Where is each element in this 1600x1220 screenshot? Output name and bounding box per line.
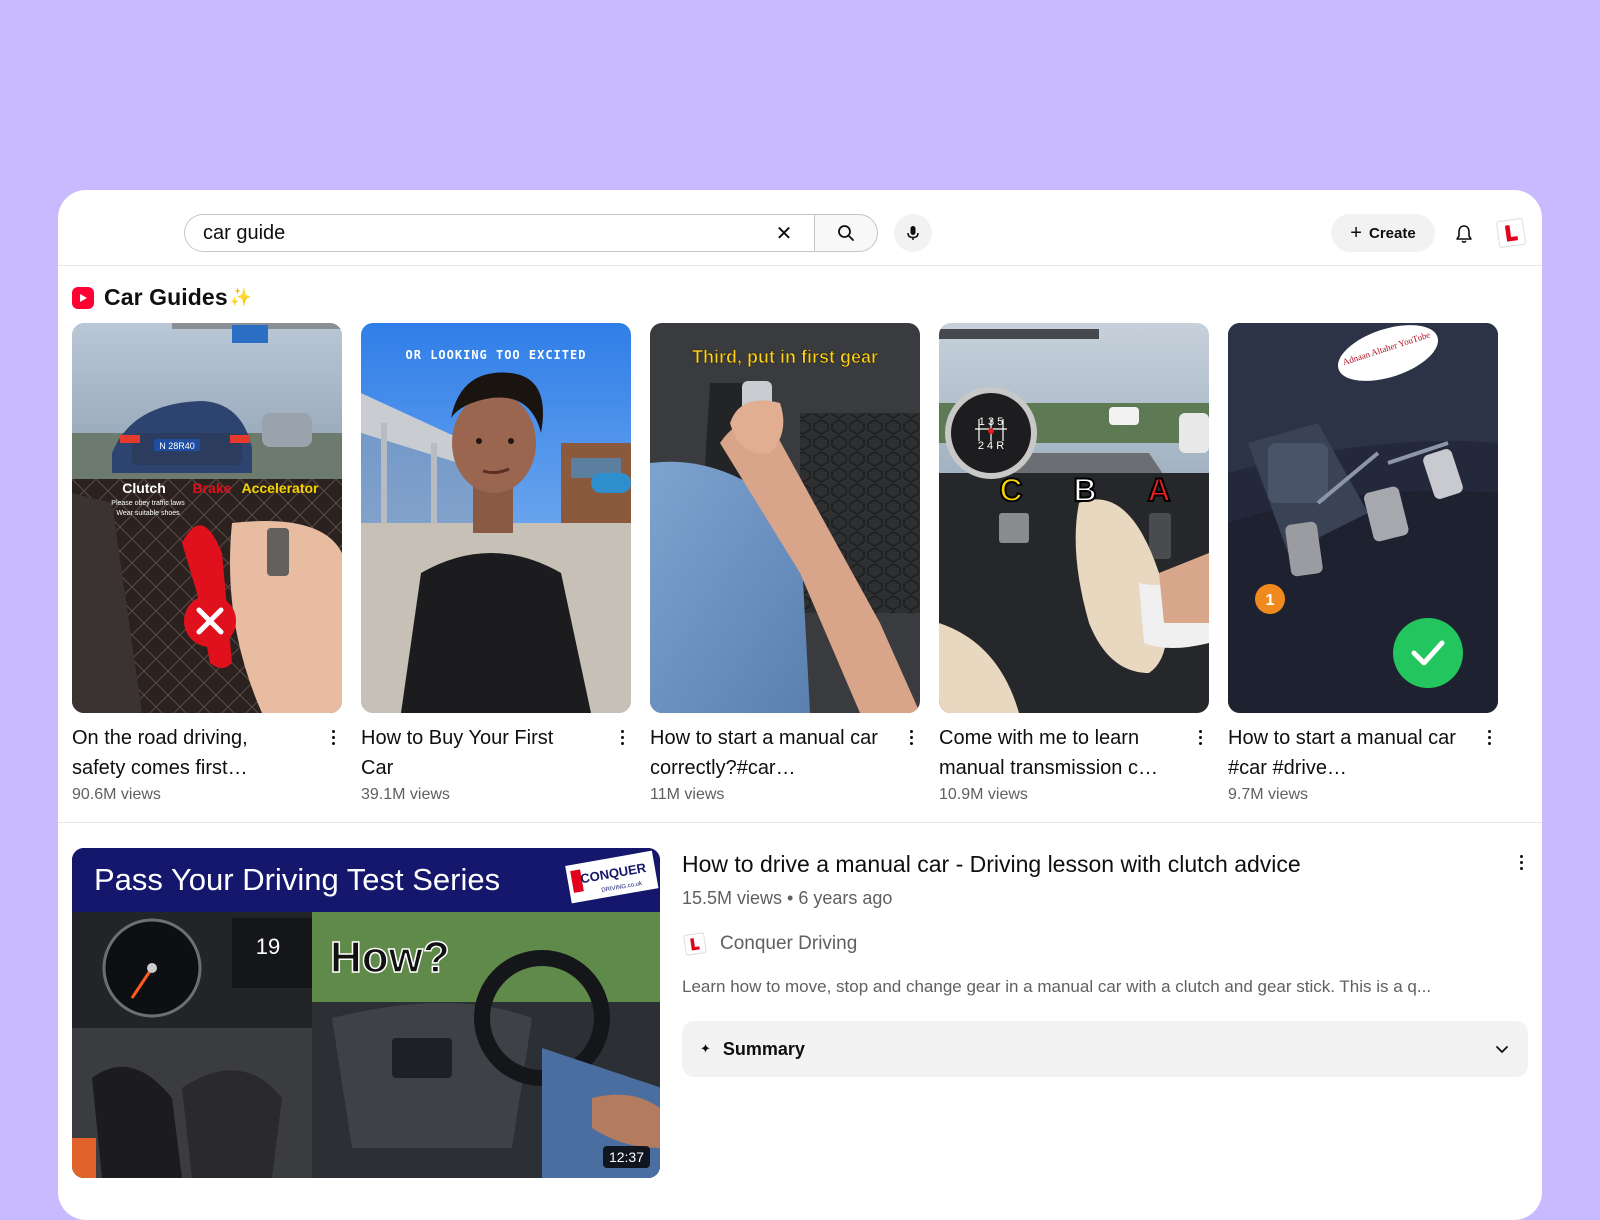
search-box[interactable]: ✕ (184, 214, 814, 252)
short-title[interactable]: Come with me to learn manual transmissio… (939, 723, 1169, 783)
video-title[interactable]: How to drive a manual car - Driving less… (682, 848, 1528, 880)
short-thumbnail[interactable]: N 28R40 Clutch Brake Accelerator Please … (72, 323, 342, 713)
label-c: C (999, 472, 1022, 508)
short-card[interactable]: Third, put in first gear How to start a … (650, 323, 920, 804)
close-icon[interactable]: ✕ (772, 221, 796, 245)
more-options-icon[interactable] (615, 725, 629, 749)
voice-search-button[interactable] (894, 214, 932, 252)
short-title[interactable]: How to Buy Your First Car (361, 723, 591, 783)
video-meta: 15.5M views • 6 years ago (682, 888, 893, 908)
note-1: Please obey traffic laws (111, 500, 185, 507)
short-views: 39.1M views (361, 786, 450, 803)
microphone-icon (907, 226, 919, 240)
summary-toggle[interactable]: ✦ Summary (682, 1021, 1528, 1077)
short-title[interactable]: How to start a manual car correctly?#car… (650, 723, 880, 783)
shorts-shelf-header: Car Guides ✨ (72, 284, 252, 311)
label-b: B (1073, 472, 1096, 508)
short-views: 11M views (650, 786, 725, 803)
step-badge: 1 (1266, 592, 1275, 609)
channel-name[interactable]: Conquer Driving (720, 933, 857, 955)
speed-text: 19 (256, 934, 280, 959)
shelf-title: Car Guides (104, 284, 228, 310)
clutch-label: Clutch (122, 480, 166, 496)
notifications-button[interactable] (1446, 216, 1482, 252)
bell-icon (1456, 225, 1472, 244)
sparkle-icon: ✦ (700, 1041, 711, 1056)
search-button[interactable] (814, 214, 878, 252)
caption: Third, put in first gear (692, 347, 878, 367)
top-bar: ✕ + Create (58, 190, 1542, 266)
short-views: 90.6M views (72, 786, 161, 803)
short-views: 9.7M views (1228, 786, 1309, 803)
how-text: How? (330, 933, 450, 982)
short-views: 10.9M views (939, 786, 1028, 803)
plus-icon: + (1350, 222, 1362, 244)
caption: OR LOOKING TOO EXCITED (406, 348, 587, 362)
short-thumbnail[interactable]: OR LOOKING TOO EXCITED (361, 323, 631, 713)
short-card[interactable]: Adnaan Altaher YouTube 1 How to start a … (1228, 323, 1498, 804)
short-title[interactable]: How to start a manual car #car #drive… (1228, 723, 1458, 783)
plate-text: N 28R40 (159, 441, 195, 451)
create-label: Create (1368, 224, 1416, 242)
section-divider (58, 822, 1542, 823)
summary-label: Summary (722, 1038, 805, 1059)
short-card[interactable]: OR LOOKING TOO EXCITED How to Buy Your F… (361, 323, 631, 804)
short-card[interactable]: N 28R40 Clutch Brake Accelerator Please … (72, 323, 342, 804)
more-options-icon[interactable] (1514, 850, 1528, 874)
short-title[interactable]: On the road driving, safety comes first… (72, 723, 302, 783)
svg-text:2 4 R: 2 4 R (978, 440, 1004, 452)
account-avatar[interactable] (1494, 216, 1528, 250)
short-thumbnail[interactable]: Adnaan Altaher YouTube 1 (1228, 323, 1498, 713)
accelerator-label: Accelerator (241, 480, 319, 496)
browser-window: ✕ + Create (58, 190, 1542, 1220)
more-options-icon[interactable] (1482, 725, 1496, 749)
label-a: A (1147, 472, 1170, 508)
create-button[interactable]: + Create (1331, 214, 1435, 252)
video-thumbnail[interactable]: Pass Your Driving Test Series CONQUER DR… (72, 848, 660, 1178)
brake-label: Brake (193, 480, 232, 496)
channel-avatar-icon[interactable] (682, 931, 708, 957)
short-card[interactable]: 1 3 5 2 4 R C B A Come with me to learn … (939, 323, 1209, 804)
short-thumbnail[interactable]: Third, put in first gear (650, 323, 920, 713)
more-options-icon[interactable] (1193, 725, 1207, 749)
l-plate-avatar-icon (1496, 218, 1526, 248)
video-info: How to drive a manual car - Driving less… (682, 848, 1528, 1077)
shorts-logo-icon (72, 286, 94, 309)
short-thumbnail[interactable]: 1 3 5 2 4 R C B A (939, 323, 1209, 713)
video-description: Learn how to move, stop and change gear … (682, 977, 1432, 996)
channel-row[interactable]: Conquer Driving (682, 931, 1528, 957)
sparkle-icon: ✨ (229, 287, 253, 307)
duration-badge: 12:37 (602, 1146, 650, 1168)
search-input[interactable] (203, 221, 743, 245)
more-options-icon[interactable] (326, 725, 340, 749)
chevron-down-icon (1496, 1046, 1508, 1053)
more-options-icon[interactable] (904, 725, 918, 749)
search-icon (838, 225, 854, 241)
note-2: Wear suitable shoes (116, 510, 180, 517)
banner-text: Pass Your Driving Test Series (94, 862, 500, 897)
